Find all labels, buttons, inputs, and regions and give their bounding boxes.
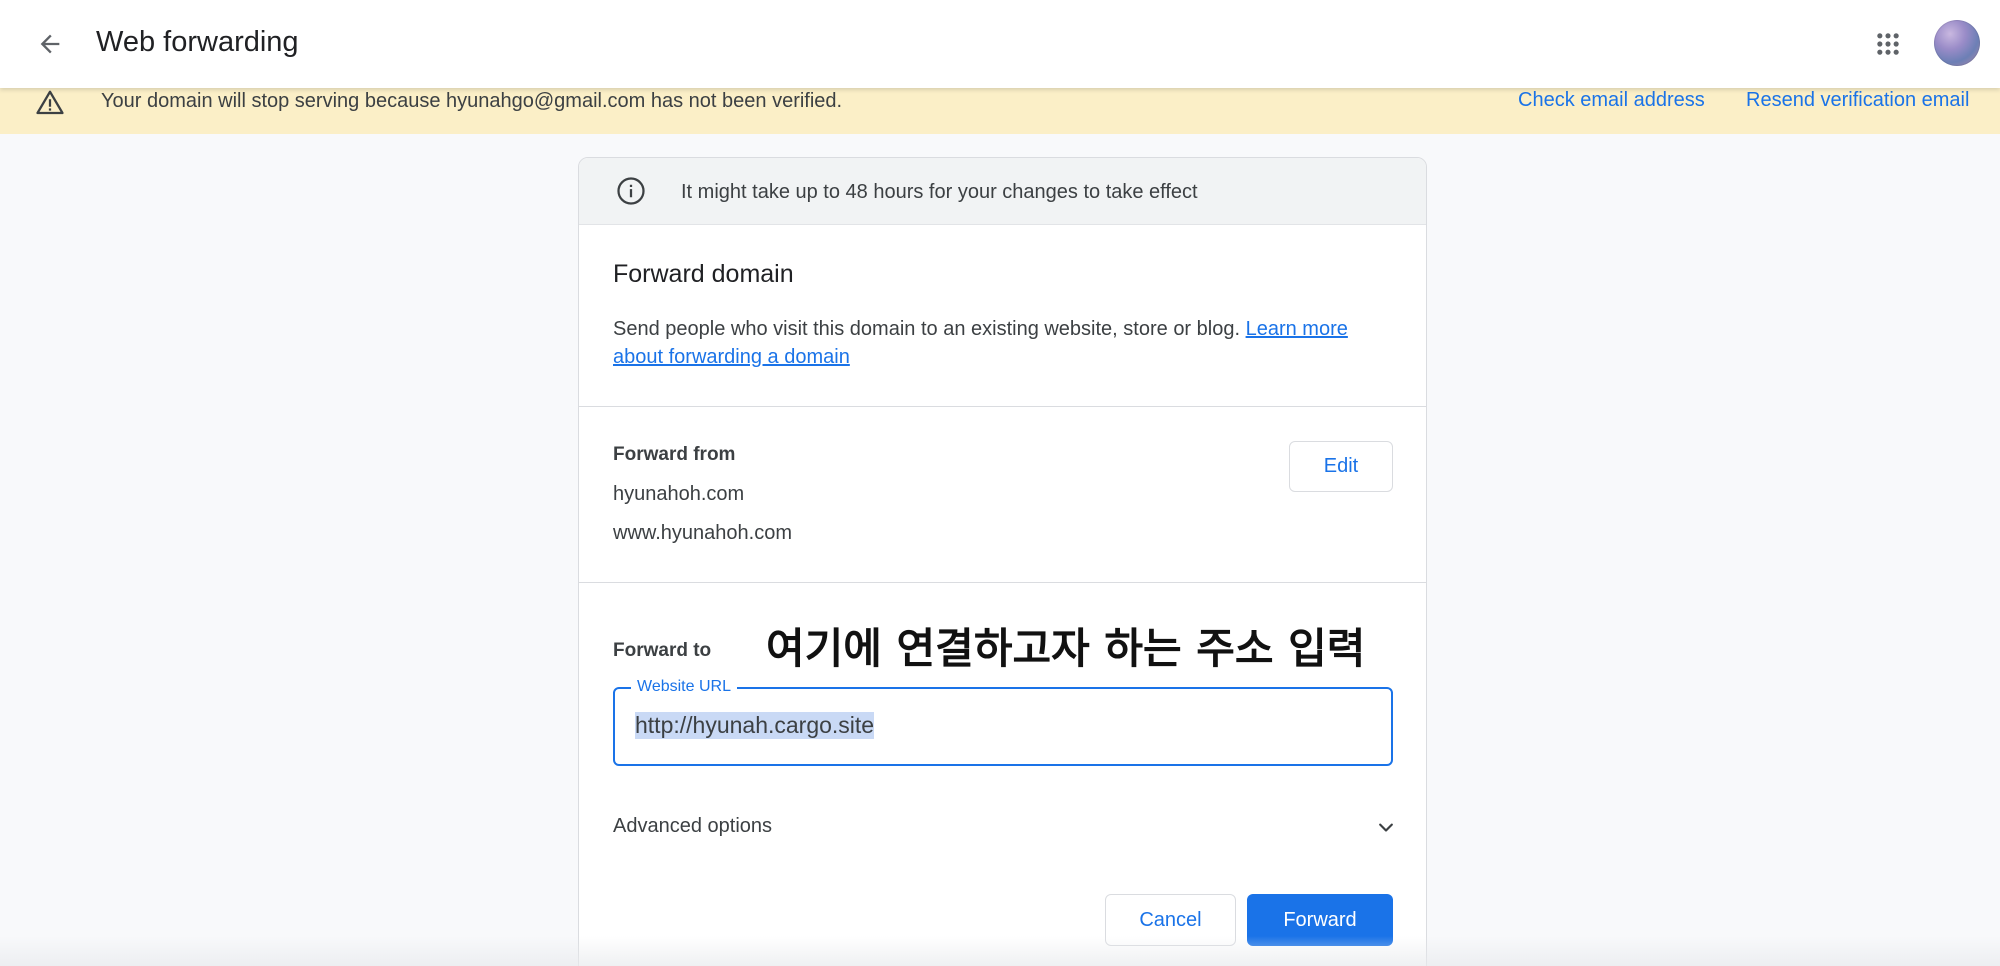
forward-button[interactable]: Forward	[1247, 894, 1393, 946]
forward-from-label: Forward from	[613, 444, 736, 465]
banner-message: Your domain will stop serving because hy…	[101, 90, 843, 112]
website-url-value: http://hyunah.cargo.site	[635, 712, 875, 739]
forward-from-domain: www.hyunahoh.com	[613, 522, 792, 544]
back-button[interactable]	[24, 20, 76, 68]
forward-domain-card: It might take up to 48 hours for your ch…	[578, 157, 1427, 966]
warning-icon	[36, 90, 64, 115]
forward-to-label: Forward to	[613, 640, 712, 661]
check-email-link[interactable]: Check email address	[1518, 89, 1705, 112]
info-icon	[617, 177, 645, 205]
top-app-bar: Web forwarding	[0, 0, 2000, 88]
arrow-back-icon	[40, 34, 60, 54]
section-description: Send people who visit this domain to an …	[613, 315, 1403, 371]
edit-button[interactable]: Edit	[1289, 441, 1393, 492]
divider	[579, 406, 1426, 407]
website-url-input[interactable]: Website URL http://hyunah.cargo.site	[613, 678, 1393, 766]
description-text: Send people who visit this domain to an …	[613, 318, 1246, 340]
page-title: Web forwarding	[96, 26, 299, 58]
cancel-button[interactable]: Cancel	[1105, 894, 1236, 946]
chevron-down-icon	[1379, 823, 1393, 832]
annotation-text: 여기에 연결하고자 하는 주소 입력	[766, 624, 1366, 673]
info-message: It might take up to 48 hours for your ch…	[681, 181, 1198, 203]
section-title: Forward domain	[613, 260, 794, 288]
apps-button[interactable]	[1868, 24, 1908, 64]
apps-grid-icon	[1877, 33, 1899, 55]
divider	[579, 582, 1426, 583]
website-url-label: Website URL	[631, 678, 737, 696]
advanced-options-label: Advanced options	[613, 815, 773, 837]
resend-verification-link[interactable]: Resend verification email	[1746, 89, 1969, 112]
forward-from-domain: hyunahoh.com	[613, 483, 745, 505]
account-avatar[interactable]	[1934, 20, 1980, 66]
info-strip: It might take up to 48 hours for your ch…	[579, 158, 1426, 225]
